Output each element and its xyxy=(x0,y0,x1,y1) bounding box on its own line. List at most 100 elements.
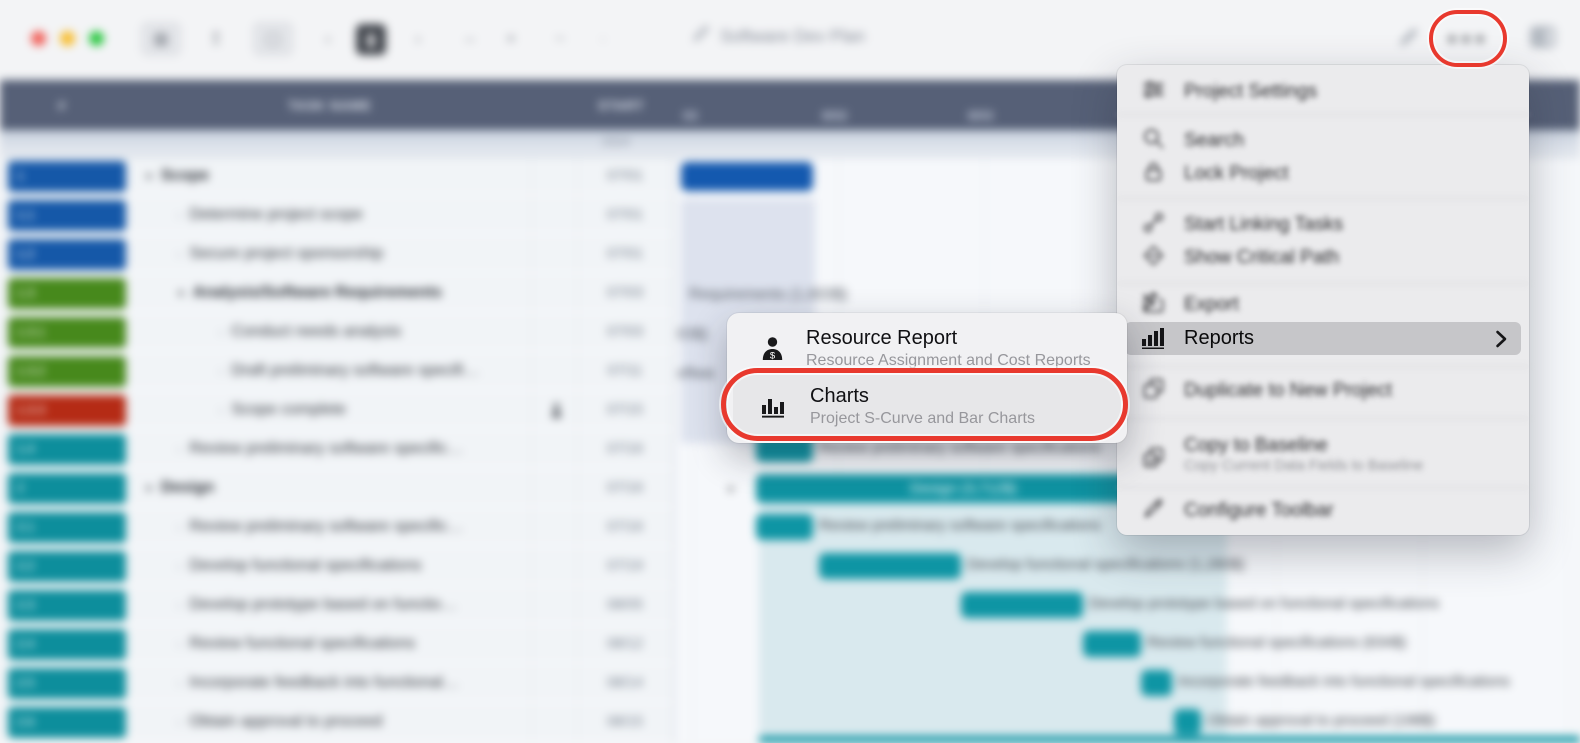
menu-item-duplicate-to-new-project[interactable]: Duplicate to New Project xyxy=(1117,375,1529,407)
gantt-bar[interactable] xyxy=(1174,709,1201,735)
gantt-bar[interactable]: Design (3,712$) xyxy=(756,474,1171,503)
reports-submenu: $ Resource Report Resource Assignment an… xyxy=(727,313,1127,443)
table-row[interactable]: 1.3.1○Conduct needs analysis07/03 xyxy=(0,313,673,352)
column-header-task[interactable]: TASK NAME xyxy=(288,98,372,113)
timescale-label: 03 xyxy=(683,108,697,123)
task-id-badge: 1.2 xyxy=(8,239,126,270)
gantt-bar[interactable] xyxy=(1083,631,1141,657)
annotate-icon[interactable] xyxy=(1396,26,1420,55)
gantt-bar[interactable] xyxy=(819,553,961,579)
task-name: ○Review functional specifications xyxy=(176,625,415,664)
timescale-label: 8/03 xyxy=(968,108,993,123)
table-row[interactable]: 2.2○Develop functional specifications07/… xyxy=(0,547,673,586)
task-start-date: 07/16 xyxy=(578,508,672,546)
task-status-icon: ○ xyxy=(176,198,182,235)
table-row[interactable]: 2▼Design07/16 xyxy=(0,469,673,508)
table-row[interactable]: 2.4○Review functional specifications08/1… xyxy=(0,625,673,664)
task-start-date: 07/01 xyxy=(578,196,672,234)
task-name: ○Draft preliminary software specifi… xyxy=(218,352,479,391)
app-window: ▦ ↥ ▢ ‹ ▮ ›–× ~ · Software Dev Plan # TASK NAME… xyxy=(0,0,1580,743)
menu-divider xyxy=(1117,366,1529,367)
view-toggle-button[interactable]: ▦ xyxy=(141,22,181,56)
task-status-icon: ○ xyxy=(176,588,182,625)
duplicate-icon xyxy=(1142,377,1165,405)
configure-toolbar-icon xyxy=(1142,497,1165,525)
table-row[interactable]: 1.3.3○Scope complete07/15 xyxy=(0,391,673,430)
design-section-shade xyxy=(759,500,1227,743)
new-task-button[interactable]: ▮ xyxy=(356,24,386,55)
document-title: Software Dev Plan xyxy=(720,26,865,47)
collapse-icon[interactable]: ▾ xyxy=(728,483,734,496)
share-button[interactable]: ↥ xyxy=(203,22,229,56)
column-header-start[interactable]: START xyxy=(598,98,644,113)
task-start-date: 07/01 xyxy=(578,157,672,195)
menu-item-label: Configure Toolbar xyxy=(1184,495,1529,527)
task-name: ▼Analysis/Software Requirements xyxy=(176,274,442,313)
table-row[interactable]: 1.4○Review preliminary software specific… xyxy=(0,430,673,469)
task-name: ○Review preliminary software specific… xyxy=(176,430,463,469)
undo-button[interactable]: ~ xyxy=(548,22,572,56)
inspector-button[interactable]: ▢ xyxy=(253,22,293,56)
menu-item-label: Duplicate to New Project xyxy=(1184,375,1529,407)
more-options-button[interactable] xyxy=(1449,36,1483,42)
task-name: ▼Design xyxy=(144,469,214,508)
task-status-icon: ○ xyxy=(176,432,182,469)
gantt-label-fragment: oftwa xyxy=(677,365,714,383)
gantt-bar-label: Develop functional specifications (1,280… xyxy=(967,556,1245,573)
gantt-label-fragment: 03$) xyxy=(677,326,708,344)
minimize-button[interactable] xyxy=(60,31,75,46)
submenu-item-charts[interactable]: Charts Project S-Curve and Bar Charts xyxy=(733,375,1121,437)
table-row[interactable]: 1.3▼Analysis/Software Requirements07/03 xyxy=(0,274,673,313)
gantt-bar-label: Obtain approval to proceed (198$) xyxy=(1207,712,1435,729)
table-row[interactable]: 2.6○Obtain approval to proceed08/15 xyxy=(0,703,673,742)
assignee-icon xyxy=(552,403,561,423)
menu-divider xyxy=(1117,487,1529,488)
submenu-item-subtitle: Project S-Curve and Bar Charts xyxy=(810,410,1035,428)
ellipsis-icon xyxy=(1463,36,1469,42)
table-row[interactable]: 1.2○Secure project sponsorship07/01 xyxy=(0,235,673,274)
timescale-year-label: 2024 xyxy=(602,135,630,149)
gantt-bar[interactable] xyxy=(961,592,1083,618)
context-menu: Project SettingsSearchLock ProjectStart … xyxy=(1117,65,1529,535)
task-start-date: 07/16 xyxy=(578,430,672,468)
indent-button[interactable]: › xyxy=(406,22,430,56)
zoom-button[interactable] xyxy=(89,31,104,46)
collapse-icon[interactable]: ▼ xyxy=(144,471,154,508)
task-start-date: 08/14 xyxy=(578,664,672,702)
svg-text:$: $ xyxy=(770,350,776,361)
task-id-badge: 2.4 xyxy=(8,629,126,660)
close-button[interactable] xyxy=(31,31,46,46)
table-row[interactable]: 2.3○Develop prototype based on functio…0… xyxy=(0,586,673,625)
task-id-badge: 2.1 xyxy=(8,512,126,543)
menu-item-configure-toolbar[interactable]: Configure Toolbar xyxy=(1117,495,1529,527)
task-start-date: 07/19 xyxy=(578,547,672,585)
redo-button[interactable]: · xyxy=(592,22,614,56)
task-id-badge: 1.1 xyxy=(8,200,126,231)
gantt-bar[interactable] xyxy=(1141,670,1172,696)
menu-item-copy-to-baseline[interactable]: Copy to BaselineCopy Current Data Fields… xyxy=(1117,430,1529,486)
task-id-badge: 2.5 xyxy=(8,668,126,699)
task-id-badge: 2.3 xyxy=(8,590,126,621)
table-row[interactable]: 2.1○Review preliminary software specific… xyxy=(0,508,673,547)
table-row[interactable]: 2.5○Incorporate feedback into functional… xyxy=(0,664,673,703)
submenu-item-resource-report[interactable]: $ Resource Report Resource Assignment an… xyxy=(733,322,1121,374)
task-id-badge: 2.2 xyxy=(8,551,126,582)
unlink-button[interactable]: – xyxy=(458,22,482,56)
gantt-bar[interactable] xyxy=(681,162,813,191)
gantt-gridline xyxy=(1568,157,1569,743)
task-status-icon: ○ xyxy=(176,510,182,547)
gantt-bar[interactable] xyxy=(756,514,813,540)
gantt-bar[interactable] xyxy=(759,736,1580,743)
column-header-number[interactable]: # xyxy=(58,98,66,113)
sidebar-toggle-icon[interactable] xyxy=(1529,25,1557,54)
table-row[interactable]: 1.1○Determine project scope07/01 xyxy=(0,196,673,235)
table-row[interactable]: 1▼Scope07/01 xyxy=(0,157,673,196)
collapse-icon[interactable]: ▼ xyxy=(144,159,154,196)
delete-task-button[interactable]: × xyxy=(498,22,524,56)
collapse-icon[interactable]: ▼ xyxy=(176,276,186,313)
ellipsis-icon xyxy=(1477,36,1483,42)
submenu-item-title: Charts xyxy=(810,385,1035,408)
task-status-icon: ○ xyxy=(218,393,224,430)
outdent-button[interactable]: ‹ xyxy=(316,22,340,56)
table-row[interactable]: 1.3.2○Draft preliminary software specifi… xyxy=(0,352,673,391)
